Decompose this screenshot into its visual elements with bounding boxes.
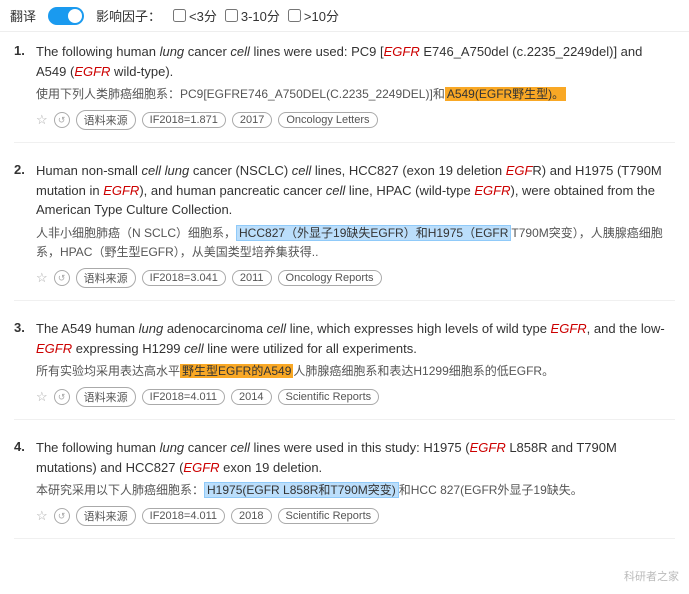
result-zh-4: 本研究采用以下人肺癌细胞系：H1975(EGFR L858R和T790M突变)和… <box>36 481 675 500</box>
zh-highlight-3: 野生型EGFR的A549 <box>180 364 293 378</box>
egfr-highlight-2a: EGF <box>506 163 533 178</box>
egfr-highlight-3a: EGFR <box>551 321 587 336</box>
filter-group: <3分 3-10分 >10分 <box>173 6 339 25</box>
star-icon-2[interactable]: ☆ <box>36 270 48 286</box>
source-tag-4[interactable]: 语料来源 <box>76 506 136 526</box>
result-en-1: The following human lung cancer cell lin… <box>36 42 675 81</box>
circle-icon-2[interactable]: ↺ <box>54 270 70 286</box>
filter-3-10-label: 3-10分 <box>241 6 280 25</box>
source-tag-1[interactable]: 语料来源 <box>76 110 136 130</box>
egfr-highlight-4a: EGFR <box>470 440 506 455</box>
result-en-2: Human non-small cell lung cancer (NSCLC)… <box>36 161 675 220</box>
filter-lt3-label: <3分 <box>189 6 217 25</box>
journal-tag-3[interactable]: Scientific Reports <box>278 389 380 405</box>
egfr-highlight-2b: EGFR <box>103 183 139 198</box>
result-number-1: 1. <box>14 43 25 58</box>
filter-3-10[interactable]: 3-10分 <box>225 6 280 25</box>
year-tag-3[interactable]: 2014 <box>231 389 271 405</box>
if-tag-1[interactable]: IF2018=1.871 <box>142 112 226 128</box>
filter-gt10-checkbox[interactable] <box>288 9 301 22</box>
result-item-2: 2. Human non-small cell lung cancer (NSC… <box>14 161 675 301</box>
filter-lt3[interactable]: <3分 <box>173 6 217 25</box>
result-item-3: 3. The A549 human lung adenocarcinoma ce… <box>14 319 675 420</box>
year-tag-2[interactable]: 2011 <box>232 270 272 286</box>
result-number-3: 3. <box>14 320 25 335</box>
results-content: 1. The following human lung cancer cell … <box>0 32 689 567</box>
result-en-3: The A549 human lung adenocarcinoma cell … <box>36 319 675 358</box>
circle-icon-3[interactable]: ↺ <box>54 389 70 405</box>
star-icon-4[interactable]: ☆ <box>36 508 48 524</box>
filter-gt10-label: >10分 <box>304 6 339 25</box>
filter-3-10-checkbox[interactable] <box>225 9 238 22</box>
filter-lt3-checkbox[interactable] <box>173 9 186 22</box>
zh-highlight-2: HCC827（外显子19缺失EGFR）和H1975（EGFR <box>236 225 511 241</box>
result-en-4: The following human lung cancer cell lin… <box>36 438 675 477</box>
egfr-highlight-4b: EGFR <box>183 460 219 475</box>
result-zh-2: 人非小细胞肺癌（N SCLC）细胞系，HCC827（外显子19缺失EGFR）和H… <box>36 224 675 262</box>
if-tag-2[interactable]: IF2018=3.041 <box>142 270 226 286</box>
zh-highlight-1: A549(EGFR野生型)。 <box>445 87 566 101</box>
egfr-highlight-1a: EGFR <box>384 44 420 59</box>
zh-highlight-4: H1975(EGFR L858R和T790M突变) <box>204 482 399 498</box>
journal-tag-1[interactable]: Oncology Letters <box>278 112 377 128</box>
result-meta-4: ☆ ↺ 语料来源 IF2018=4.011 2018 Scientific Re… <box>36 506 675 526</box>
year-tag-1[interactable]: 2017 <box>232 112 272 128</box>
toggle-knob <box>68 9 82 23</box>
result-meta-1: ☆ ↺ 语料来源 IF2018=1.871 2017 Oncology Lett… <box>36 110 675 130</box>
result-meta-2: ☆ ↺ 语料来源 IF2018=3.041 2011 Oncology Repo… <box>36 268 675 288</box>
source-tag-3[interactable]: 语料来源 <box>76 387 136 407</box>
journal-tag-4[interactable]: Scientific Reports <box>278 508 380 524</box>
filter-gt10[interactable]: >10分 <box>288 6 339 25</box>
result-zh-3: 所有实验均采用表达高水平野生型EGFR的A549人肺腺癌细胞系和表达H1299细… <box>36 362 675 381</box>
star-icon-1[interactable]: ☆ <box>36 112 48 128</box>
journal-tag-2[interactable]: Oncology Reports <box>278 270 382 286</box>
top-bar: 翻译 影响因子： <3分 3-10分 >10分 <box>0 0 689 32</box>
result-number-2: 2. <box>14 162 25 177</box>
egfr-highlight-3b: EGFR <box>36 341 72 356</box>
translate-label: 翻译 <box>10 6 36 25</box>
egfr-highlight-2c: EGFR <box>474 183 510 198</box>
egfr-highlight-1b: EGFR <box>74 64 110 79</box>
result-number-4: 4. <box>14 439 25 454</box>
source-tag-2[interactable]: 语料来源 <box>76 268 136 288</box>
result-meta-3: ☆ ↺ 语料来源 IF2018=4.011 2014 Scientific Re… <box>36 387 675 407</box>
star-icon-3[interactable]: ☆ <box>36 389 48 405</box>
result-item-4: 4. The following human lung cancer cell … <box>14 438 675 539</box>
year-tag-4[interactable]: 2018 <box>231 508 271 524</box>
if-tag-4[interactable]: IF2018=4.011 <box>142 508 225 524</box>
if-tag-3[interactable]: IF2018=4.011 <box>142 389 225 405</box>
circle-icon-1[interactable]: ↺ <box>54 112 70 128</box>
translate-toggle[interactable] <box>48 7 84 25</box>
watermark: 科研者之家 <box>624 568 679 584</box>
circle-icon-4[interactable]: ↺ <box>54 508 70 524</box>
impact-label: 影响因子： <box>96 6 161 25</box>
result-item-1: 1. The following human lung cancer cell … <box>14 42 675 143</box>
result-zh-1: 使用下列人类肺癌细胞系：PC9[EGFRE746_A750DEL(C.2235_… <box>36 85 675 104</box>
